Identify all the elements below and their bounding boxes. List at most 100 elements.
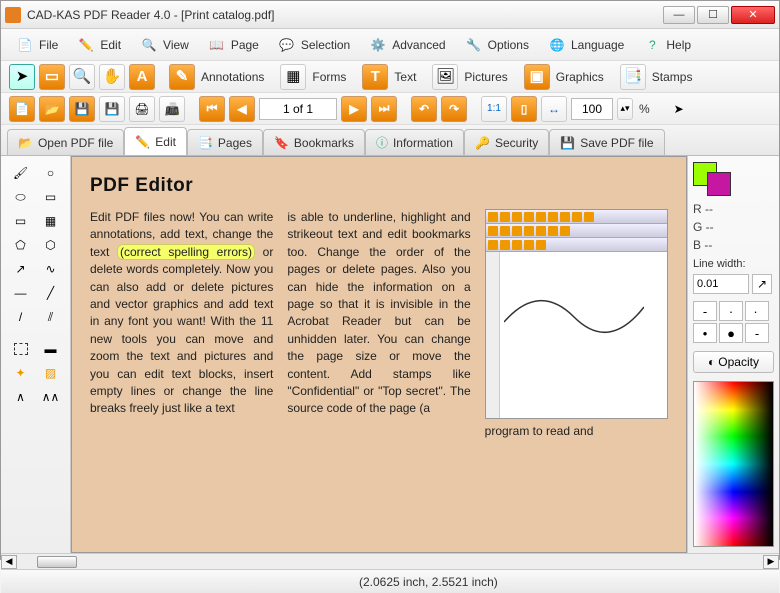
pictures-label[interactable]: Pictures [464,70,507,84]
new-button[interactable]: 📄 [9,96,35,122]
save-button[interactable]: 💾 [69,96,95,122]
zoom-stepper[interactable]: ▴▾ [617,98,633,120]
slash-icon: / [19,310,22,324]
style-dot-left[interactable]: · [719,301,743,321]
horizontal-scrollbar[interactable]: ◀ ▶ [1,553,779,569]
main-menu: 📄File ✏️Edit 🔍View 📖Page 💬Selection ⚙️Ad… [1,29,779,61]
linewidth-preset-button[interactable]: ↗ [752,274,772,294]
fill-rect-tool[interactable]: ▬ [38,338,64,360]
pentagon-tool[interactable]: ⬠ [8,234,34,256]
hline-tool[interactable]: — [8,282,34,304]
zoom-tool[interactable]: 🔍 [69,64,95,90]
forms-label[interactable]: Forms [312,70,346,84]
stamps-label[interactable]: Stamps [652,70,693,84]
tab-security[interactable]: 🔑Security [464,129,549,155]
magic-tool[interactable]: ✦ [8,362,34,384]
ellipse-tool[interactable]: ⬭ [8,186,34,208]
redo-button[interactable]: ↷ [441,96,467,122]
style-dot-big[interactable]: ● [719,323,743,343]
info-tab-icon: ⓘ [376,134,388,151]
gradient-tool[interactable]: ▨ [38,362,64,384]
menu-page[interactable]: 📖Page [203,33,263,57]
brush-tool[interactable]: 🖌 [8,162,34,184]
dline-tool[interactable]: ╱ [38,282,64,304]
grid-tool[interactable]: ▦ [38,210,64,232]
new-icon: 📄 [15,102,30,116]
tab-edit[interactable]: ✏️Edit [124,127,187,155]
fit-page-button[interactable]: ▯ [511,96,537,122]
tab-pages[interactable]: 📑Pages [187,129,263,155]
scroll-left-button[interactable]: ◀ [1,555,17,569]
scroll-right-button[interactable]: ▶ [763,555,779,569]
tab-bookmarks[interactable]: 🔖Bookmarks [263,129,365,155]
menu-help[interactable]: ?Help [638,33,695,57]
page-input[interactable] [259,98,337,120]
rect-tool[interactable]: ▭ [38,186,64,208]
minimize-button[interactable]: — [663,6,695,24]
annotations-button[interactable]: ✎ [169,64,195,90]
background-swatch[interactable] [707,172,731,196]
menu-edit[interactable]: ✏️Edit [72,33,125,57]
redo-icon: ↷ [449,102,459,116]
zoom-input[interactable] [571,98,613,120]
hand-tool[interactable]: ✋ [99,64,125,90]
caret-tool[interactable]: ∧ [8,386,34,408]
style-dot-center[interactable]: • [693,323,717,343]
graphics-button[interactable]: ▣ [524,64,550,90]
close-button[interactable]: ✕ [731,6,775,24]
undo-button[interactable]: ↶ [411,96,437,122]
saveas-button[interactable]: 💾 [99,96,125,122]
arrow-tool[interactable]: ↗ [8,258,34,280]
prev-page-button[interactable]: ◀ [229,96,255,122]
marquee-tool[interactable]: ▭ [39,64,65,90]
last-page-button[interactable]: ⏭ [371,96,397,122]
tab-save[interactable]: 💾Save PDF file [549,129,664,155]
graphics-label[interactable]: Graphics [556,70,604,84]
first-page-button[interactable]: ⏮ [199,96,225,122]
forms-button[interactable]: ▦ [280,64,306,90]
circle-tool[interactable]: ○ [38,162,64,184]
open-button[interactable]: 📂 [39,96,65,122]
menu-selection[interactable]: 💬Selection [273,33,354,57]
line-2-tool[interactable]: ▭ [8,210,34,232]
prev-icon: ◀ [237,102,246,116]
menu-language[interactable]: 🌐Language [543,33,628,57]
text-a-icon: A [137,69,148,84]
menu-file[interactable]: 📄File [11,33,62,57]
maximize-button[interactable]: ☐ [697,6,729,24]
curve-graphic [504,272,644,352]
dblslash-tool[interactable]: ⫽ [38,306,64,328]
scan-button[interactable]: 📠 [159,96,185,122]
select-rect-tool[interactable] [8,338,34,360]
curve-tool[interactable]: ∿ [38,258,64,280]
menu-advanced[interactable]: ⚙️Advanced [364,33,449,57]
document-viewport[interactable]: PDF Editor Edit PDF files now! You can w… [71,156,687,553]
print-button[interactable]: 🖨 [129,96,155,122]
fit-width-button[interactable]: ↔ [541,96,567,122]
tab-open[interactable]: 📂Open PDF file [7,129,124,155]
options-icon: 🔧 [464,35,484,55]
text-button[interactable]: T [362,64,388,90]
slash-tool[interactable]: / [8,306,34,328]
color-swatches[interactable] [693,162,774,198]
linewidth-input[interactable] [693,274,749,294]
pointer-tool[interactable]: ➤ [9,64,35,90]
scroll-thumb[interactable] [37,556,77,568]
style-dot-right[interactable]: · [745,301,769,321]
text-select-tool[interactable]: A [129,64,155,90]
polygon-tool[interactable]: ⬡ [38,234,64,256]
text-label[interactable]: Text [394,70,416,84]
next-page-button[interactable]: ▶ [341,96,367,122]
color-spectrum[interactable] [693,381,774,547]
opacity-button[interactable]: ◐Opacity [693,351,774,373]
pictures-button[interactable]: 🖼 [432,64,458,90]
style-line2[interactable]: - [745,323,769,343]
stamps-button[interactable]: 📑 [620,64,646,90]
actual-size-button[interactable]: 1:1 [481,96,507,122]
menu-options[interactable]: 🔧Options [460,33,533,57]
annotations-label[interactable]: Annotations [201,70,264,84]
dblcaret-tool[interactable]: ∧∧ [38,386,64,408]
style-dash[interactable]: - [693,301,717,321]
tab-information[interactable]: ⓘInformation [365,129,464,155]
menu-view[interactable]: 🔍View [135,33,193,57]
